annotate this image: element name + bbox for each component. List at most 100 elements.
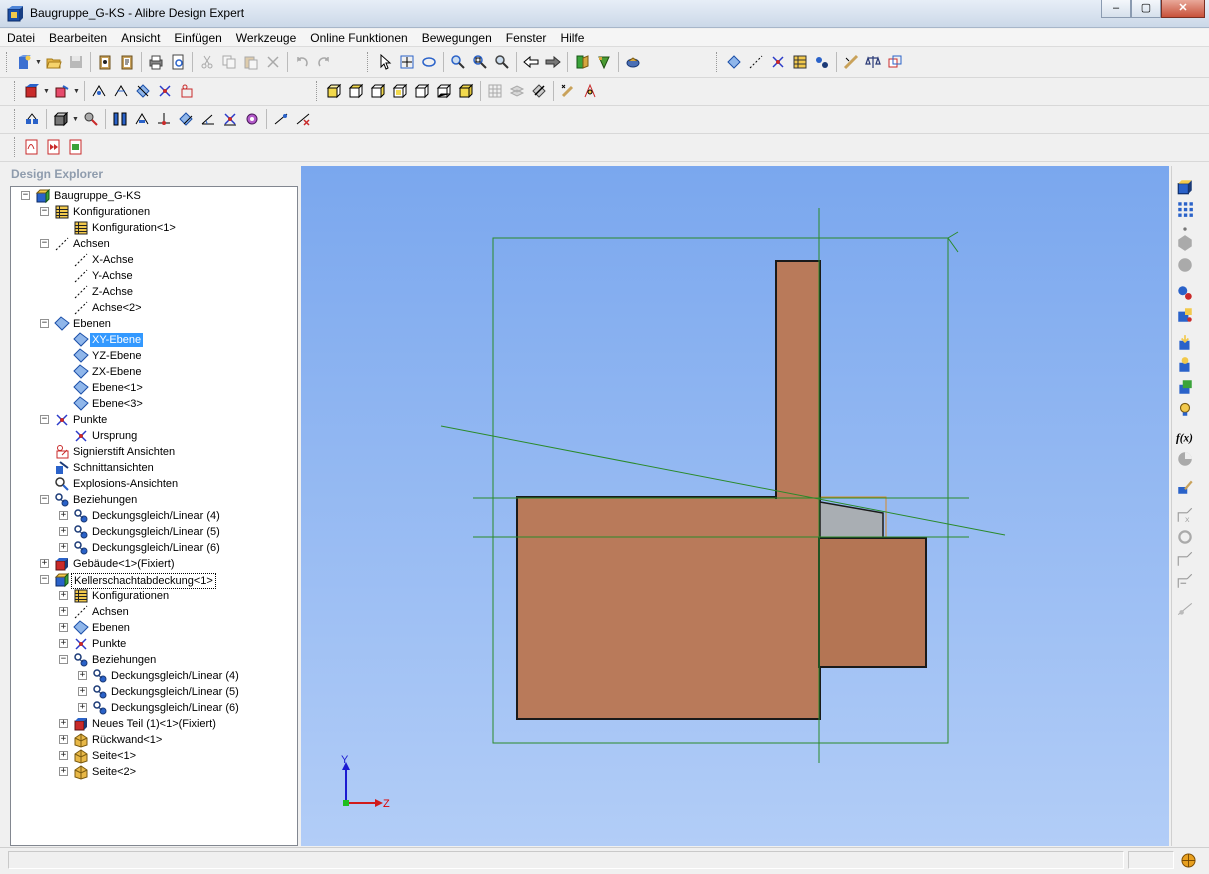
component-icon[interactable] <box>1176 306 1194 324</box>
tree-item[interactable]: Achse<2> <box>11 300 297 316</box>
menu-ansicht[interactable]: Ansicht <box>114 29 167 47</box>
zoom-fit-button[interactable] <box>491 51 513 73</box>
lightbulb-icon[interactable] <box>1176 400 1194 418</box>
tree-expander-plus-icon[interactable]: + <box>59 511 68 520</box>
dimension-3-icon[interactable] <box>1176 572 1194 590</box>
tree-item-label[interactable]: Achsen <box>71 237 112 251</box>
print-button[interactable] <box>145 51 167 73</box>
pan-button[interactable] <box>396 51 418 73</box>
assembly-constraint-button[interactable] <box>21 108 43 130</box>
configurations-button[interactable] <box>789 51 811 73</box>
tree-item[interactable]: + Deckungsgleich/Linear (6) <box>11 540 297 556</box>
tree-item[interactable]: Konfiguration<1> <box>11 220 297 236</box>
new-dropdown-arrow[interactable]: ▼ <box>35 59 43 66</box>
view-left-button[interactable] <box>367 80 389 102</box>
tree-expander-minus-icon[interactable]: − <box>59 655 68 664</box>
dimension-icon[interactable]: X <box>1176 506 1194 524</box>
tree-expander-plus-icon[interactable]: + <box>59 543 68 552</box>
toolbar-grip[interactable] <box>6 52 9 72</box>
tree-item[interactable]: − Baugruppe_G-KS <box>11 188 297 204</box>
export-pdf-button[interactable] <box>21 136 43 158</box>
tree-item-label[interactable]: Konfiguration<1> <box>90 221 178 235</box>
tree-item[interactable]: − Beziehungen <box>11 652 297 668</box>
tree-item[interactable]: − Punkte <box>11 412 297 428</box>
tree-item-label[interactable]: Deckungsgleich/Linear (6) <box>90 541 222 555</box>
pie-icon[interactable] <box>1176 450 1194 468</box>
tree-item-label[interactable]: Y-Achse <box>90 269 135 283</box>
reference-point-button[interactable] <box>767 51 789 73</box>
tree-item-label[interactable]: Konfigurationen <box>90 589 171 603</box>
interference-button[interactable] <box>884 51 906 73</box>
menu-online-funktionen[interactable]: Online Funktionen <box>303 29 414 47</box>
tree-item-label[interactable]: Signierstift Ansichten <box>71 445 177 459</box>
insert-part-button[interactable] <box>21 80 43 102</box>
tree-item[interactable]: Ebene<3> <box>11 396 297 412</box>
tree-item-label[interactable]: Kellerschachtabdeckung<1> <box>71 573 216 589</box>
constraint-orient-button[interactable] <box>132 80 154 102</box>
tree-item-label[interactable]: Baugruppe_G-KS <box>52 189 143 203</box>
export-animation-button[interactable] <box>43 136 65 158</box>
tree-expander-plus-icon[interactable]: + <box>59 639 68 648</box>
tree-item[interactable]: Schnittansichten <box>11 460 297 476</box>
view-top-button[interactable] <box>411 80 433 102</box>
show-grid-button[interactable] <box>484 80 506 102</box>
tree-expander-plus-icon[interactable]: + <box>78 687 87 696</box>
tree-item-label[interactable]: ZX-Ebene <box>90 365 144 379</box>
save-button[interactable] <box>65 51 87 73</box>
tree-item[interactable]: + Seite<1> <box>11 748 297 764</box>
tree-expander-plus-icon[interactable]: + <box>78 703 87 712</box>
shape-icon[interactable] <box>1176 256 1194 274</box>
tree-item[interactable]: + Deckungsgleich/Linear (6) <box>11 700 297 716</box>
export-image-button[interactable] <box>65 136 87 158</box>
back-button[interactable] <box>520 51 542 73</box>
zoom-window-button[interactable] <box>469 51 491 73</box>
tree-expander-plus-icon[interactable]: + <box>59 623 68 632</box>
suppress-icon[interactable] <box>1176 356 1194 374</box>
model-view-canvas[interactable]: Y Z <box>301 166 1169 846</box>
tree-item[interactable]: + Seite<2> <box>11 764 297 780</box>
linear-constraint-button[interactable] <box>270 108 292 130</box>
tree-expander-plus-icon[interactable]: + <box>59 767 68 776</box>
redline-button[interactable] <box>176 80 198 102</box>
view-back-button[interactable] <box>345 80 367 102</box>
tree-item-label[interactable]: Achse<2> <box>90 301 144 315</box>
tree-item-label[interactable]: Neues Teil (1)<1>(Fixiert) <box>90 717 218 731</box>
orient-faces-button[interactable] <box>153 108 175 130</box>
show-sketches-button[interactable] <box>528 80 550 102</box>
design-explorer-tree[interactable]: − Baugruppe_G-KS − Konfigurationen Konfigura… <box>10 186 298 846</box>
tree-item[interactable]: − Ebenen <box>11 316 297 332</box>
view-isometric-button[interactable] <box>455 80 477 102</box>
tree-item[interactable]: ZX-Ebene <box>11 364 297 380</box>
render-button[interactable] <box>622 51 644 73</box>
tree-item-label[interactable]: Ursprung <box>90 429 139 443</box>
tree-item[interactable]: Z-Achse <box>11 284 297 300</box>
box-button[interactable] <box>50 108 72 130</box>
toolbar-grip[interactable] <box>716 52 719 72</box>
menu-einfuegen[interactable]: Einfügen <box>167 29 228 47</box>
tree-item-label[interactable]: Deckungsgleich/Linear (4) <box>90 509 222 523</box>
plane-corner-handle[interactable] <box>947 231 959 253</box>
tree-expander-minus-icon[interactable]: − <box>40 207 49 216</box>
gear-constraint-button[interactable] <box>241 108 263 130</box>
tree-item[interactable]: + Punkte <box>11 636 297 652</box>
rotate-button[interactable] <box>418 51 440 73</box>
angle-button[interactable] <box>197 108 219 130</box>
measure-button[interactable] <box>840 51 862 73</box>
section-button[interactable] <box>571 51 593 73</box>
tree-item[interactable]: + Neues Teil (1)<1>(Fixiert) <box>11 716 297 732</box>
part-building-wall[interactable] <box>775 260 821 499</box>
tree-item-label[interactable]: Ebene<3> <box>90 397 145 411</box>
view-right-button[interactable] <box>389 80 411 102</box>
tree-item[interactable]: + Achsen <box>11 604 297 620</box>
open-button[interactable] <box>43 51 65 73</box>
delete-button[interactable] <box>262 51 284 73</box>
tree-expander-minus-icon[interactable]: − <box>40 575 49 584</box>
tree-item-label[interactable]: Gebäude<1>(Fixiert) <box>71 557 177 571</box>
menu-hilfe[interactable]: Hilfe <box>553 29 591 47</box>
tree-item-label[interactable]: Rückwand<1> <box>90 733 164 747</box>
pattern-icon[interactable] <box>1176 200 1194 218</box>
paste-button[interactable] <box>240 51 262 73</box>
sketch-brush-icon[interactable] <box>1176 478 1194 496</box>
menu-fenster[interactable]: Fenster <box>499 29 554 47</box>
tree-item[interactable]: Signierstift Ansichten <box>11 444 297 460</box>
